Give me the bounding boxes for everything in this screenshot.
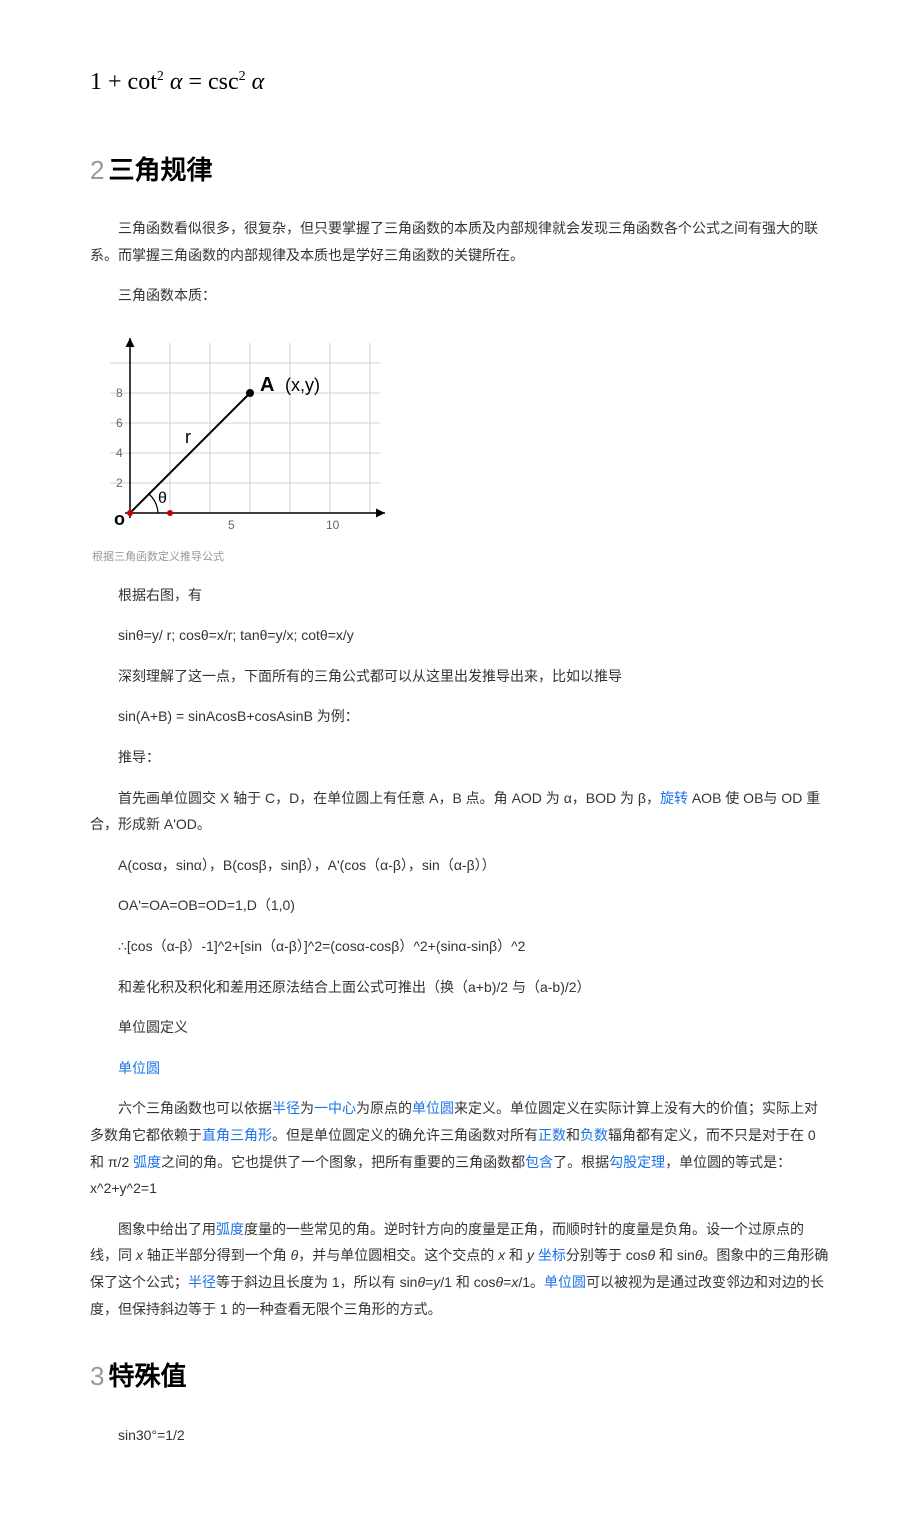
svg-text:θ: θ [158, 490, 167, 507]
para-p4: sinθ=y/ r; cosθ=x/r; tanθ=y/x; cotθ=x/y [90, 622, 830, 649]
p16-i7: θ [417, 1274, 425, 1290]
svg-text:4: 4 [116, 446, 123, 460]
para-p3: 根据右图，有 [90, 582, 830, 609]
link-radius-1[interactable]: 半径 [272, 1100, 300, 1116]
p8-text-a: 首先画单位圆交 X 轴于 C，D，在单位圆上有任意 A，B 点。角 AOD 为 … [118, 790, 660, 806]
section-3-heading: 3特殊值 [90, 1352, 830, 1401]
svg-text:8: 8 [116, 386, 123, 400]
p16-g: 和 sin [655, 1247, 695, 1263]
p16-f: 分别等于 cos [566, 1247, 648, 1263]
link-center[interactable]: 中心 [328, 1100, 356, 1116]
p15-c: 为原点的 [356, 1100, 412, 1116]
p15-i: 了。根据 [553, 1154, 609, 1170]
p15-h: 之间的角。它也提供了一个图象，把所有重要的三角函数都 [161, 1154, 525, 1170]
para-p12: 和差化积及积化和差用还原法结合上面公式可推出（换（a+b)/2 与（a-b)/2… [90, 974, 830, 1001]
link-unit-circle-1[interactable]: 单位圆 [118, 1060, 160, 1076]
link-unit-circle-3[interactable]: 单位圆 [544, 1274, 586, 1290]
p16-m: /1。 [518, 1274, 544, 1290]
p16-e: 和 [505, 1247, 527, 1263]
section-2-heading: 2三角规律 [90, 146, 830, 195]
link-one[interactable]: 一 [314, 1100, 328, 1116]
link-negative[interactable]: 负数 [580, 1127, 608, 1143]
p16-i: 等于斜边且长度为 1，所以有 sin [216, 1274, 417, 1290]
link-radian-2[interactable]: 弧度 [216, 1221, 244, 1237]
section-3-number: 3 [90, 1361, 104, 1391]
svg-text:2: 2 [116, 476, 123, 490]
para-p7: 推导： [90, 744, 830, 771]
svg-text:5: 5 [228, 518, 235, 532]
p16-a: 图象中给出了用 [118, 1221, 216, 1237]
section-number: 2 [90, 155, 104, 185]
para-p6: sin(A+B) = sinAcosB+cosAsinB 为例： [90, 703, 830, 730]
para-p9: A(cosα，sinα），B(cosβ，sinβ），A'(cos（α-β），si… [90, 852, 830, 879]
svg-text:A: A [260, 374, 274, 396]
p15-b: 为 [300, 1100, 314, 1116]
link-positive[interactable]: 正数 [538, 1127, 566, 1143]
graph-caption: 根据三角函数定义推导公式 [92, 547, 830, 568]
trig-definition-graph: A (x,y) r θ o 5 10 2 4 6 8 [90, 323, 390, 543]
svg-text:r: r [185, 427, 191, 447]
paragraph-intro: 三角函数看似很多，很复杂，但只要掌握了三角函数的本质及内部规律就会发现三角函数各… [90, 215, 830, 268]
svg-text:o: o [114, 509, 125, 529]
p15-f: 和 [566, 1127, 580, 1143]
para-p13: 单位圆定义 [90, 1014, 830, 1041]
p16-i4: y [527, 1247, 534, 1263]
link-pythagorean[interactable]: 勾股定理 [609, 1154, 665, 1170]
section-title: 三角规律 [108, 155, 212, 185]
p16-d: ，并与单位圆相交。这个交点的 [298, 1247, 498, 1263]
p16-i1: x [136, 1247, 143, 1263]
p16-k: /1 和 cos [440, 1274, 495, 1290]
link-unit-circle-2[interactable]: 单位圆 [412, 1100, 454, 1116]
pythagorean-identity-formula: 1 + cot2 α = csc2 α [90, 60, 830, 106]
p16-c: 轴正半部分得到一个角 [143, 1247, 291, 1263]
p15-a: 六个三角函数也可以依据 [118, 1100, 272, 1116]
para-p15: 六个三角函数也可以依据半径为一中心为原点的单位圆来定义。单位圆定义在实际计算上没… [90, 1095, 830, 1201]
p16-i5: θ [648, 1247, 656, 1263]
svg-text:(x,y): (x,y) [285, 375, 320, 395]
paragraph-essence-label: 三角函数本质： [90, 282, 830, 309]
p15-e: 。但是单位圆定义的确允许三角函数对所有 [272, 1127, 538, 1143]
link-right-triangle[interactable]: 直角三角形 [202, 1127, 272, 1143]
svg-text:6: 6 [116, 416, 123, 430]
section-3-title: 特殊值 [108, 1361, 186, 1391]
para-p8: 首先画单位圆交 X 轴于 C，D，在单位圆上有任意 A，B 点。角 AOD 为 … [90, 785, 830, 838]
para-s3-p1: sin30°=1/2 [90, 1422, 830, 1449]
link-rotate[interactable]: 旋转 [660, 790, 688, 806]
link-radian-1[interactable]: 弧度 [133, 1154, 161, 1170]
para-p5: 深刻理解了这一点，下面所有的三角公式都可以从这里出发推导出来，比如以推导 [90, 663, 830, 690]
link-contain[interactable]: 包含 [525, 1154, 553, 1170]
svg-text:10: 10 [326, 518, 340, 532]
p16-i9: θ [496, 1274, 504, 1290]
link-coordinate[interactable]: 坐标 [534, 1247, 566, 1263]
para-p14: 单位圆 [90, 1055, 830, 1082]
para-p10: OA'=OA=OB=OD=1,D（1,0) [90, 892, 830, 919]
para-p11: ∴[cos（α-β）-1]^2+[sin（α-β）]^2=(cosα-cosβ）… [90, 933, 830, 960]
para-p16: 图象中给出了用弧度度量的一些常见的角。逆时针方向的度量是正角，而顺时针的度量是负… [90, 1216, 830, 1322]
link-radius-2[interactable]: 半径 [188, 1274, 216, 1290]
